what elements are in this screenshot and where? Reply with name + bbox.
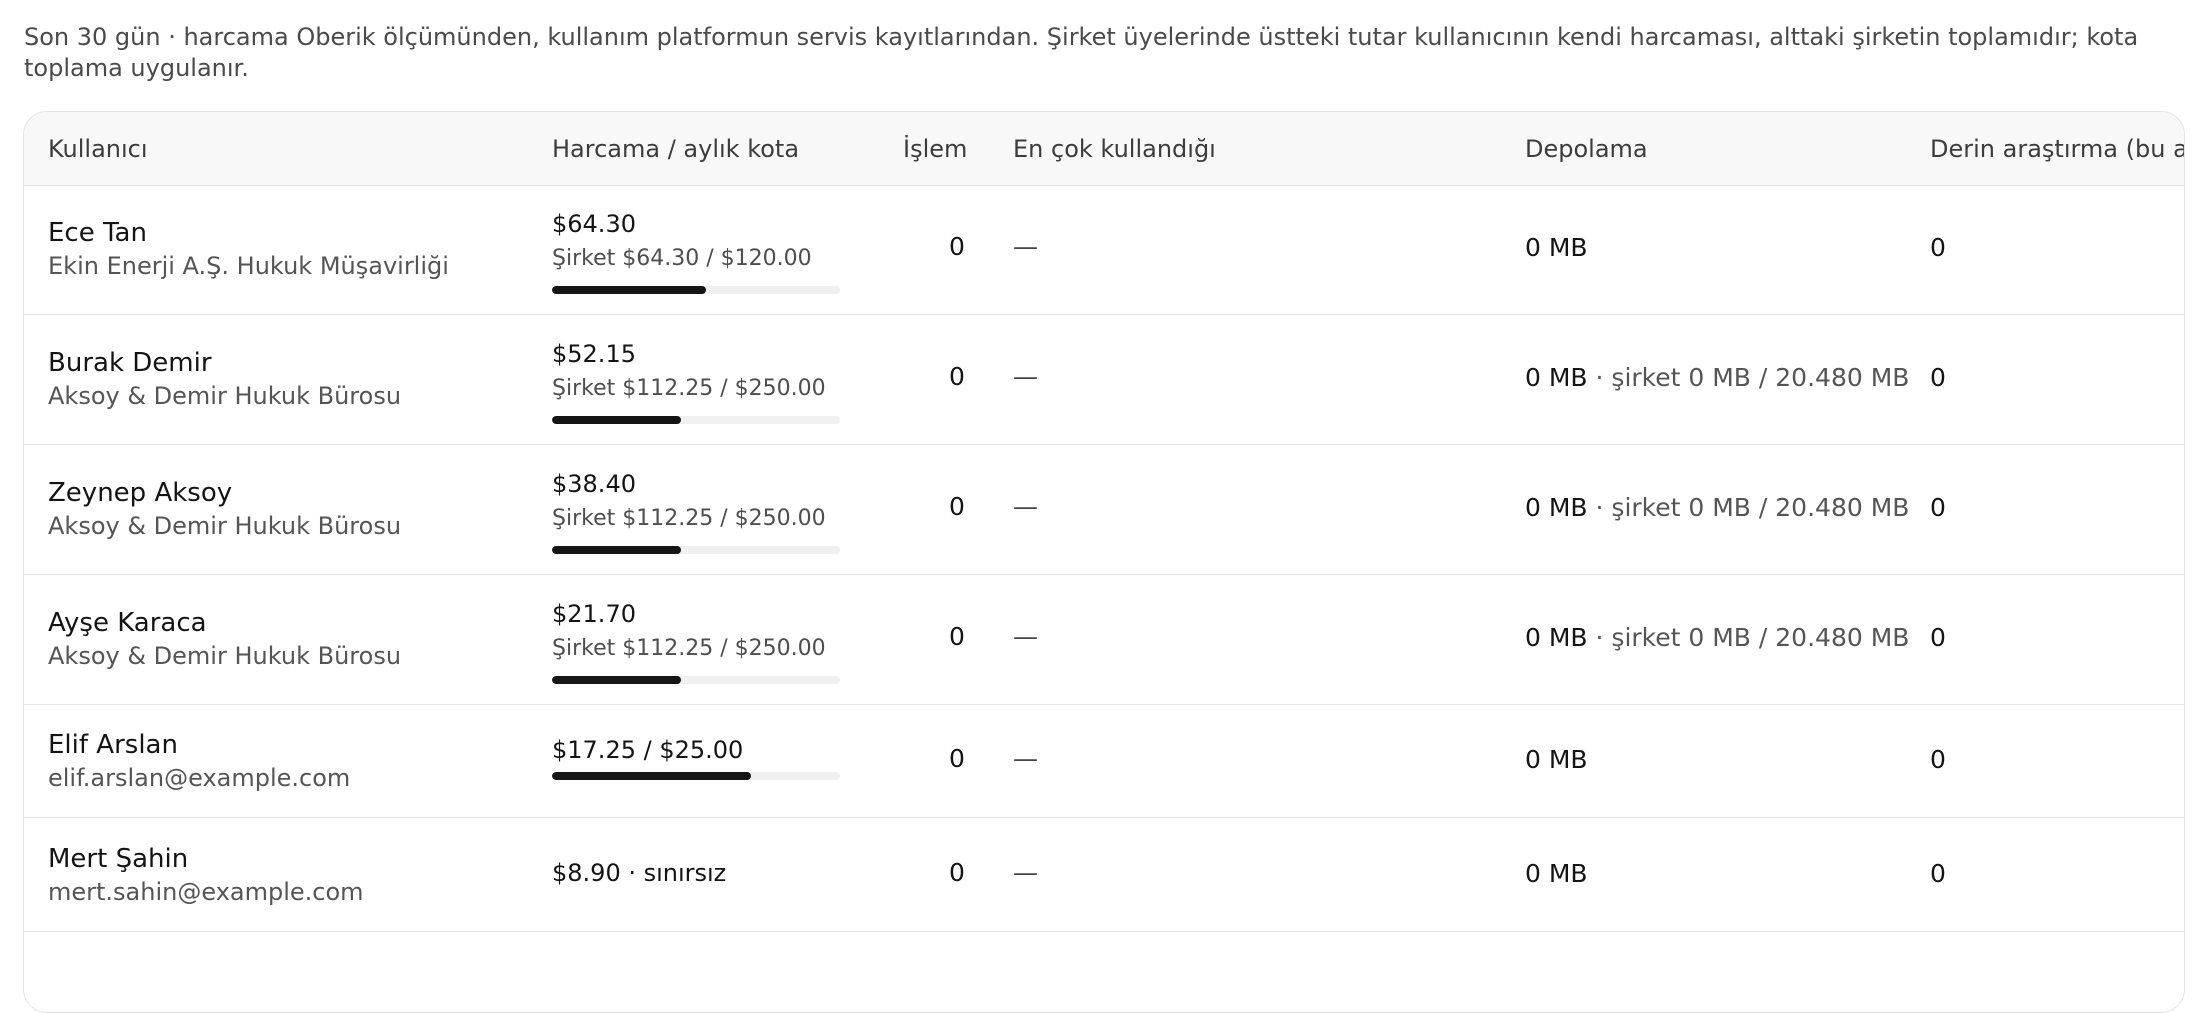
deep-research-count: 0 bbox=[1930, 859, 1946, 888]
usage-table: Kullanıcı Harcama / aylık kota İşlem En … bbox=[23, 111, 2185, 1013]
table-header: Kullanıcı Harcama / aylık kota İşlem En … bbox=[24, 112, 2184, 186]
quota-progress-bar bbox=[552, 772, 840, 780]
quota-progress-bar bbox=[552, 676, 840, 684]
storage-value: 0 MB · şirket 0 MB / 20.480 MB bbox=[1525, 493, 1909, 523]
quota-progress-fill bbox=[552, 772, 751, 780]
user-company: mert.sahin@example.com bbox=[48, 878, 364, 906]
user-name: Mert Şahin bbox=[48, 844, 189, 874]
user-company: elif.arslan@example.com bbox=[48, 764, 351, 792]
storage-user: 0 MB bbox=[1525, 493, 1588, 522]
ops-count: 0 bbox=[949, 744, 965, 773]
most-used-value: — bbox=[1013, 858, 1038, 887]
ops-count: 0 bbox=[949, 622, 965, 651]
storage-user: 0 MB bbox=[1525, 859, 1588, 888]
storage-value: 0 MB bbox=[1525, 859, 1588, 889]
deep-research-count: 0 bbox=[1930, 363, 1946, 392]
user-company: Ekin Enerji A.Ş. Hukuk Müşavirliği bbox=[48, 252, 449, 280]
user-name: Ece Tan bbox=[48, 218, 147, 248]
most-used-value: — bbox=[1013, 232, 1038, 261]
company-spend: Şirket $64.30 / $120.00 bbox=[552, 246, 812, 271]
table-row[interactable]: Elif Arslan elif.arslan@example.com $17.… bbox=[24, 705, 2184, 818]
deep-research-count: 0 bbox=[1930, 623, 1946, 652]
table-row[interactable]: Ece Tan Ekin Enerji A.Ş. Hukuk Müşavirli… bbox=[24, 185, 2184, 315]
user-name: Ayşe Karaca bbox=[48, 608, 207, 638]
column-header-deep-research[interactable]: Derin araştırma (bu ay bbox=[1930, 134, 2184, 164]
most-used-value: — bbox=[1013, 492, 1038, 521]
user-company: Aksoy & Demir Hukuk Bürosu bbox=[48, 512, 402, 540]
quota-progress-fill bbox=[552, 416, 682, 424]
storage-user: 0 MB bbox=[1525, 363, 1588, 392]
storage-value: 0 MB bbox=[1525, 233, 1588, 263]
user-spend: $38.40 bbox=[552, 470, 636, 498]
ops-count: 0 bbox=[949, 232, 965, 261]
storage-value: 0 MB bbox=[1525, 745, 1588, 775]
storage-user: 0 MB bbox=[1525, 745, 1588, 774]
storage-company: · şirket 0 MB / 20.480 MB bbox=[1587, 623, 1910, 652]
user-spend: $64.30 bbox=[552, 210, 636, 238]
user-company: Aksoy & Demir Hukuk Bürosu bbox=[48, 642, 402, 670]
table-row[interactable]: Ayşe Karaca Aksoy & Demir Hukuk Bürosu $… bbox=[24, 575, 2184, 705]
quota-progress-bar bbox=[552, 546, 840, 554]
quota-progress-bar bbox=[552, 416, 840, 424]
company-spend: Şirket $112.25 / $250.00 bbox=[552, 636, 826, 661]
column-header-most-used[interactable]: En çok kullandığı bbox=[1013, 134, 1216, 164]
most-used-value: — bbox=[1013, 362, 1038, 391]
column-header-user[interactable]: Kullanıcı bbox=[48, 134, 148, 164]
user-name: Zeynep Aksoy bbox=[48, 478, 233, 508]
user-spend: $8.90 · sınırsız bbox=[552, 859, 727, 887]
storage-value: 0 MB · şirket 0 MB / 20.480 MB bbox=[1525, 363, 1909, 393]
quota-progress-fill bbox=[552, 546, 682, 554]
quota-progress-bar bbox=[552, 286, 840, 294]
storage-user: 0 MB bbox=[1525, 233, 1588, 262]
quota-progress-fill bbox=[552, 676, 682, 684]
company-spend: Şirket $112.25 / $250.00 bbox=[552, 506, 826, 531]
user-name: Burak Demir bbox=[48, 348, 212, 378]
ops-count: 0 bbox=[949, 858, 965, 887]
deep-research-count: 0 bbox=[1930, 745, 1946, 774]
ops-count: 0 bbox=[949, 362, 965, 391]
most-used-value: — bbox=[1013, 744, 1038, 773]
deep-research-count: 0 bbox=[1930, 493, 1946, 522]
user-spend: $52.15 bbox=[552, 340, 636, 368]
storage-value: 0 MB · şirket 0 MB / 20.480 MB bbox=[1525, 623, 1909, 653]
storage-company: · şirket 0 MB / 20.480 MB bbox=[1587, 493, 1910, 522]
storage-user: 0 MB bbox=[1525, 623, 1588, 652]
user-spend: $17.25 / $25.00 bbox=[552, 736, 744, 764]
company-spend: Şirket $112.25 / $250.00 bbox=[552, 376, 826, 401]
table-row[interactable]: Burak Demir Aksoy & Demir Hukuk Bürosu $… bbox=[24, 315, 2184, 445]
user-spend: $21.70 bbox=[552, 600, 636, 628]
most-used-value: — bbox=[1013, 622, 1038, 651]
column-header-spend[interactable]: Harcama / aylık kota bbox=[552, 134, 799, 164]
table-row[interactable]: Mert Şahin mert.sahin@example.com $8.90 … bbox=[24, 818, 2184, 932]
user-name: Elif Arslan bbox=[48, 730, 178, 760]
ops-count: 0 bbox=[949, 492, 965, 521]
quota-progress-fill bbox=[552, 286, 707, 294]
deep-research-count: 0 bbox=[1930, 233, 1946, 262]
table-row[interactable]: Zeynep Aksoy Aksoy & Demir Hukuk Bürosu … bbox=[24, 445, 2184, 575]
column-header-ops[interactable]: İşlem bbox=[903, 134, 967, 164]
storage-company: · şirket 0 MB / 20.480 MB bbox=[1587, 363, 1910, 392]
user-company: Aksoy & Demir Hukuk Bürosu bbox=[48, 382, 402, 410]
column-header-storage[interactable]: Depolama bbox=[1525, 134, 1648, 164]
page-description: Son 30 gün · harcama Oberik ölçümünden, … bbox=[24, 23, 2139, 82]
